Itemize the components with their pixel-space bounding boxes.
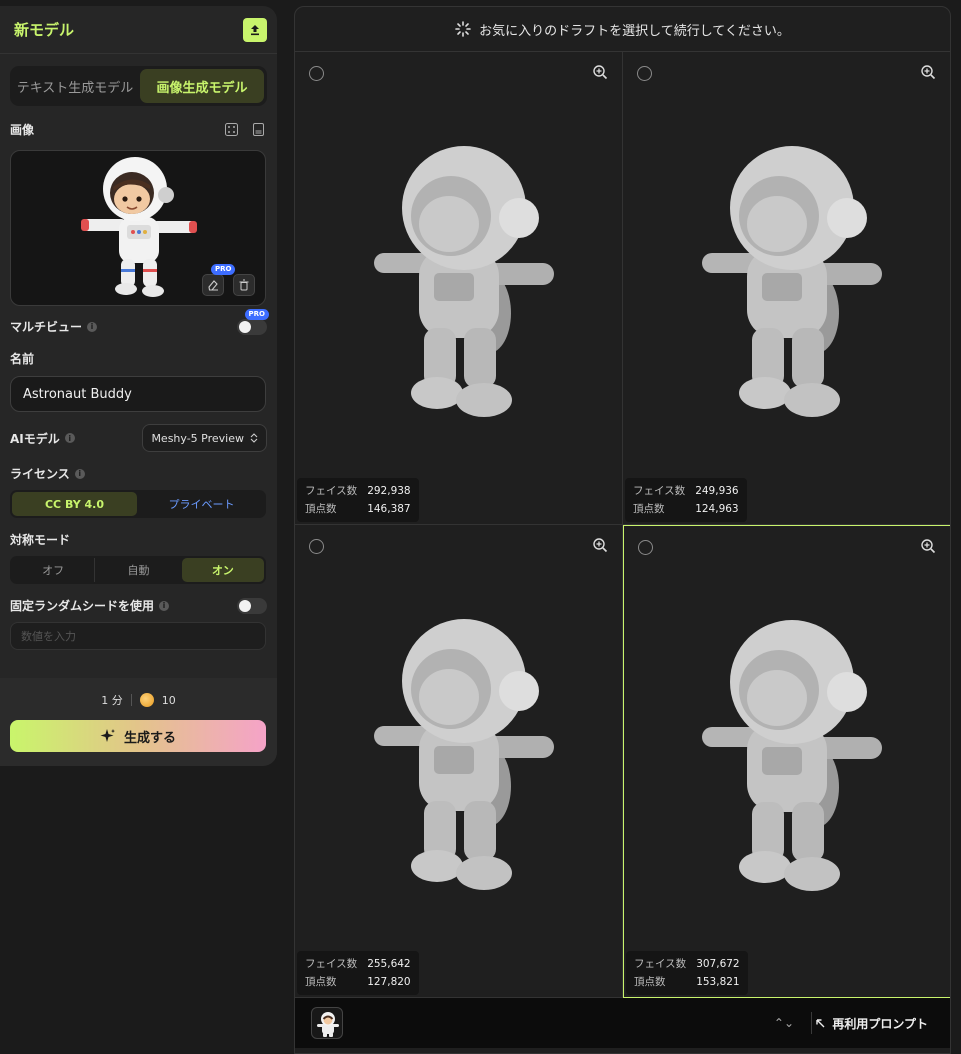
info-icon[interactable]: i bbox=[74, 468, 85, 479]
name-label: 名前 bbox=[10, 352, 35, 366]
mesh-stats: フェイス数 255,642 頂点数 127,820 bbox=[297, 951, 419, 995]
license-row: ライセンス i bbox=[10, 465, 267, 482]
info-icon[interactable]: i bbox=[64, 433, 75, 443]
astronaut-mesh-preview bbox=[373, 146, 554, 417]
multi-grid-icon[interactable] bbox=[225, 123, 238, 136]
draft-select-radio[interactable] bbox=[638, 540, 653, 555]
pro-badge: PRO bbox=[211, 264, 236, 275]
draft-card-1[interactable]: フェイス数 292,938 頂点数 146,387 bbox=[295, 52, 623, 525]
zoom-in-icon[interactable] bbox=[592, 64, 608, 80]
draft-grid: フェイス数 292,938 頂点数 146,387 フェイス数 249,936 頂点数… bbox=[295, 52, 950, 998]
reference-image-preview[interactable]: PRO bbox=[10, 150, 266, 306]
time-estimate: 1 分 bbox=[101, 694, 123, 707]
remove-background-button[interactable] bbox=[202, 274, 224, 296]
face-count: 307,672 bbox=[696, 958, 740, 970]
vertex-count: 153,821 bbox=[696, 976, 740, 988]
multiview-toggle[interactable] bbox=[237, 318, 267, 335]
generate-footer: 1 分 10 生成する bbox=[0, 678, 277, 766]
draft-selection-panel: お気に入りのドラフトを選択して続行してください。 フェイス数 292,938 頂点… bbox=[294, 6, 951, 1054]
chevron-updown-icon[interactable]: ⌃⌄ bbox=[774, 1016, 794, 1030]
image-section-label: 画像 bbox=[10, 123, 35, 137]
arrow-up-left-icon bbox=[816, 1018, 825, 1027]
draft-card-4[interactable]: フェイス数 307,672 頂点数 153,821 bbox=[623, 525, 950, 998]
license-option-private[interactable]: プライベート bbox=[139, 492, 264, 516]
vertex-count: 124,963 bbox=[695, 503, 739, 515]
astronaut-mesh-preview bbox=[701, 146, 882, 417]
loading-spinner-icon bbox=[455, 21, 471, 37]
credit-cost: 10 bbox=[161, 693, 176, 707]
reuse-prompt-label: 再利用プロンプト bbox=[832, 1016, 928, 1031]
generate-label: 生成する bbox=[123, 730, 176, 746]
name-row: 名前 bbox=[10, 350, 267, 367]
face-count: 255,642 bbox=[367, 958, 411, 970]
license-segmented-control: CC BY 4.0 プライベート bbox=[10, 490, 266, 518]
multiview-pro-badge: PRO bbox=[244, 308, 269, 320]
generate-button[interactable]: 生成する bbox=[10, 720, 266, 752]
draft-selection-header: お気に入りのドラフトを選択して続行してください。 bbox=[295, 7, 950, 52]
symmetry-label: 対称モード bbox=[10, 533, 71, 547]
eraser-icon bbox=[208, 280, 218, 291]
delete-image-button[interactable] bbox=[233, 274, 255, 296]
draft-select-radio[interactable] bbox=[309, 66, 324, 81]
vertex-count: 146,387 bbox=[367, 503, 411, 515]
upload-icon bbox=[251, 24, 259, 35]
symmetry-segmented-control: オフ 自動 オン bbox=[10, 556, 266, 584]
credit-coin-icon bbox=[139, 693, 154, 707]
cost-summary: 1 分 10 bbox=[0, 692, 277, 708]
panel-title: 新モデル bbox=[14, 21, 75, 39]
symmetry-row: 対称モード bbox=[10, 531, 267, 548]
astronaut-reference-image bbox=[81, 157, 197, 297]
trash-icon bbox=[239, 279, 249, 291]
mesh-stats: フェイス数 292,938 頂点数 146,387 bbox=[297, 478, 419, 522]
draft-select-radio[interactable] bbox=[309, 539, 324, 554]
license-option-cc-by[interactable]: CC BY 4.0 bbox=[12, 492, 137, 516]
multiview-row: マルチビュー i PRO bbox=[10, 308, 269, 335]
tab-image-to-3d[interactable]: 画像生成モデル bbox=[140, 69, 264, 103]
info-icon[interactable]: i bbox=[159, 600, 170, 611]
sparkle-icon bbox=[100, 729, 115, 742]
upload-button[interactable] bbox=[243, 17, 267, 42]
license-label: ライセンス bbox=[10, 467, 70, 481]
vertex-count: 127,820 bbox=[367, 976, 411, 988]
info-icon[interactable]: i bbox=[87, 321, 98, 332]
draft-card-3[interactable]: フェイス数 255,642 頂点数 127,820 bbox=[295, 525, 623, 998]
panel-header: 新モデル bbox=[0, 6, 277, 54]
astronaut-mesh-preview bbox=[373, 619, 554, 890]
astronaut-thumbnail bbox=[317, 1012, 339, 1037]
draft-card-2[interactable]: フェイス数 249,936 頂点数 124,963 bbox=[623, 52, 950, 525]
symmetry-option-auto[interactable]: 自動 bbox=[97, 558, 179, 582]
face-count: 292,938 bbox=[367, 485, 411, 497]
mesh-stats: フェイス数 249,936 頂点数 124,963 bbox=[625, 478, 747, 522]
image-section-header: 画像 bbox=[10, 121, 267, 138]
symmetry-option-off[interactable]: オフ bbox=[12, 558, 96, 582]
face-count: 249,936 bbox=[695, 485, 739, 497]
astronaut-mesh-preview bbox=[702, 619, 882, 891]
multiview-label: マルチビュー bbox=[10, 320, 83, 334]
seed-row: 固定ランダムシードを使用 i bbox=[10, 597, 267, 614]
ai-model-label: AIモデル bbox=[10, 431, 60, 446]
ai-model-row: AIモデル i Meshy-5 Preview bbox=[10, 424, 267, 452]
ai-model-select[interactable]: Meshy-5 Preview bbox=[142, 424, 267, 452]
zoom-in-icon[interactable] bbox=[920, 64, 936, 80]
seed-toggle[interactable] bbox=[237, 597, 267, 614]
seed-label: 固定ランダムシードを使用 bbox=[10, 599, 155, 613]
ai-model-value: Meshy-5 Preview bbox=[151, 431, 244, 445]
chevron-updown-icon bbox=[250, 433, 258, 443]
zoom-in-icon[interactable] bbox=[920, 538, 936, 554]
prompt-bar: ⌃⌄ 再利用プロンプト bbox=[295, 998, 950, 1048]
symmetry-option-on[interactable]: オン bbox=[181, 558, 264, 582]
draft-select-radio[interactable] bbox=[637, 66, 652, 81]
model-name-input[interactable]: Astronaut Buddy bbox=[10, 376, 266, 412]
generation-mode-tabs: テキスト生成モデル 画像生成モデル bbox=[10, 66, 267, 106]
gallery-icon[interactable] bbox=[252, 123, 265, 136]
seed-input[interactable]: 数値を入力 bbox=[10, 622, 266, 650]
model-settings-panel: 新モデル テキスト生成モデル 画像生成モデル 画像 PRO マルチビュー i P… bbox=[0, 6, 277, 766]
tab-text-to-3d[interactable]: テキスト生成モデル bbox=[13, 69, 137, 103]
zoom-in-icon[interactable] bbox=[592, 537, 608, 553]
reuse-prompt-button[interactable]: 再利用プロンプト bbox=[815, 1015, 928, 1032]
prompt-image-thumbnail[interactable] bbox=[311, 1007, 343, 1039]
mesh-stats: フェイス数 307,672 頂点数 153,821 bbox=[626, 951, 748, 995]
draft-selection-instruction: お気に入りのドラフトを選択して続行してください。 bbox=[479, 23, 790, 39]
